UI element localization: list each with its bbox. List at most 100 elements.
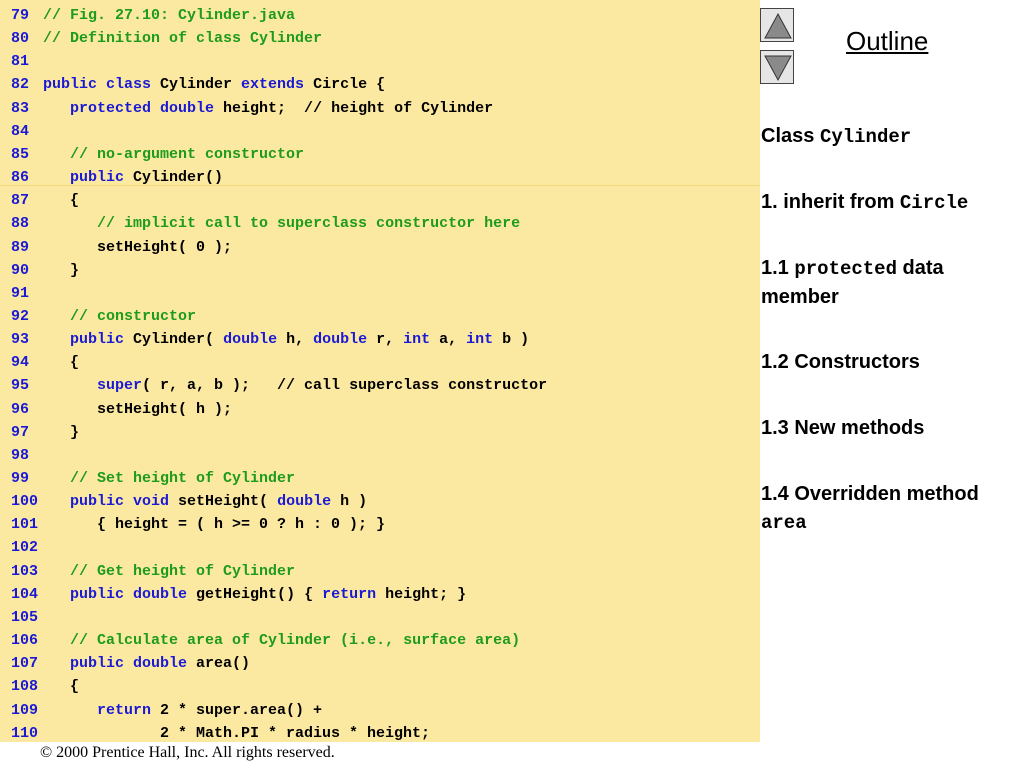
code-keyword: double — [277, 493, 332, 511]
line-number: 97 — [11, 423, 30, 441]
outline-item: 1.2 Constructors — [761, 348, 1019, 376]
line-number: 87 — [11, 192, 30, 210]
line-number: 109 — [11, 701, 39, 719]
line-number: 86 — [11, 169, 30, 187]
line-number: 98 — [11, 446, 30, 464]
outline-text: 1. inherit from — [761, 191, 900, 213]
outline-item: Class Cylinder — [761, 122, 1019, 151]
code-token: { — [43, 678, 80, 696]
code-text: // Get height of Cylinder — [43, 560, 295, 583]
line-number: 84 — [11, 122, 30, 140]
code-token: area() — [187, 655, 251, 673]
line-number: 92 — [11, 307, 30, 325]
code-keyword: extends — [241, 76, 305, 94]
code-token: Cylinder() — [124, 169, 224, 187]
code-text: // implicit call to superclass construct… — [43, 212, 520, 235]
code-token: ( r, a, b ); // call superclass construc… — [142, 377, 548, 395]
code-text: // constructor — [43, 305, 196, 328]
outline-text: 1.2 Constructors — [761, 351, 920, 373]
previous-slide-button[interactable] — [760, 8, 794, 42]
code-token: height; // height of Cylinder — [214, 99, 494, 117]
code-token: { — [43, 354, 80, 372]
triangle-down-icon — [764, 55, 792, 82]
line-number: 105 — [11, 608, 39, 626]
outline-code-term: protected — [794, 258, 897, 280]
code-text: public void setHeight( double h ) — [43, 490, 367, 513]
code-text: // no-argument constructor — [43, 143, 304, 166]
code-comment: // Definition of class Cylinder — [43, 30, 323, 48]
code-token: { — [43, 192, 80, 210]
code-token: Circle { — [304, 76, 386, 94]
code-text: } — [43, 421, 79, 444]
code-text: setHeight( h ); — [43, 398, 232, 421]
code-text: { height = ( h >= 0 ? h : 0 ); } — [43, 513, 385, 536]
code-text: 2 * Math.PI * radius * height; — [43, 722, 430, 742]
code-comment: // implicit call to superclass construct… — [97, 215, 521, 233]
line-number: 85 — [11, 145, 30, 163]
line-number: 110 — [11, 724, 39, 742]
code-token: getHeight() { — [187, 585, 323, 603]
outline-code-term: area — [761, 512, 807, 534]
code-keyword: public — [70, 331, 125, 349]
code-keyword: double — [313, 331, 368, 349]
code-text: { — [43, 675, 79, 698]
code-text: } — [43, 259, 79, 282]
code-listing-panel: 79 // Fig. 27.10: Cylinder.java 80 // Defin… — [0, 0, 760, 742]
line-number: 99 — [11, 470, 30, 487]
next-slide-button[interactable] — [760, 50, 794, 84]
outline-text: Class — [761, 125, 820, 147]
code-comment: // no-argument constructor — [70, 145, 305, 163]
line-number: 80 — [11, 30, 30, 48]
line-number: 108 — [11, 678, 39, 696]
code-text: super( r, a, b ); // call superclass con… — [43, 374, 547, 397]
line-number: 89 — [11, 238, 30, 256]
code-text: // Fig. 27.10: Cylinder.java — [43, 4, 295, 27]
line-number: 104 — [11, 585, 39, 603]
line-number: 103 — [11, 562, 39, 580]
code-text: // Definition of class Cylinder — [43, 27, 322, 50]
line-number: 106 — [11, 632, 39, 650]
outline-item: 1.3 New methods — [761, 414, 1019, 442]
outline-text: 1.1 — [761, 257, 795, 279]
code-text: return 2 * super.area() + — [43, 699, 322, 722]
outline-item: 1.4 Overridden method area — [761, 480, 1019, 537]
line-number: 95 — [11, 377, 30, 395]
code-text: { — [43, 351, 79, 374]
code-text: public double area() — [43, 652, 250, 675]
code-keyword: public double — [70, 655, 188, 673]
line-number: 101 — [11, 516, 39, 534]
code-text: // Calculate area of Cylinder (i.e., sur… — [43, 629, 520, 652]
code-keyword: public class — [43, 76, 152, 94]
code-token: h, — [277, 331, 314, 349]
code-text: protected double height; // height of Cy… — [43, 97, 493, 120]
code-text: public double getHeight() { return heigh… — [43, 583, 466, 606]
line-number: 93 — [11, 331, 30, 349]
outline-text: 1.3 New methods — [761, 417, 925, 439]
code-token: height; } — [376, 585, 467, 603]
line-number: 100 — [11, 493, 39, 511]
code-token: { height = ( h >= 0 ? h : 0 ); } — [43, 516, 386, 534]
outline-code-term: Circle — [899, 192, 969, 214]
code-text: public Cylinder( double h, double r, int… — [43, 328, 529, 351]
code-keyword: public double — [70, 585, 188, 603]
code-token: setHeight( — [169, 493, 278, 511]
code-keyword: int — [403, 331, 431, 349]
line-number: 91 — [11, 284, 30, 302]
line-number: 79 — [11, 7, 30, 24]
line-number: 81 — [11, 53, 30, 71]
outline-code-term: Cylinder — [819, 126, 912, 148]
code-keyword: int — [466, 331, 494, 349]
code-keyword: public void — [70, 493, 170, 511]
